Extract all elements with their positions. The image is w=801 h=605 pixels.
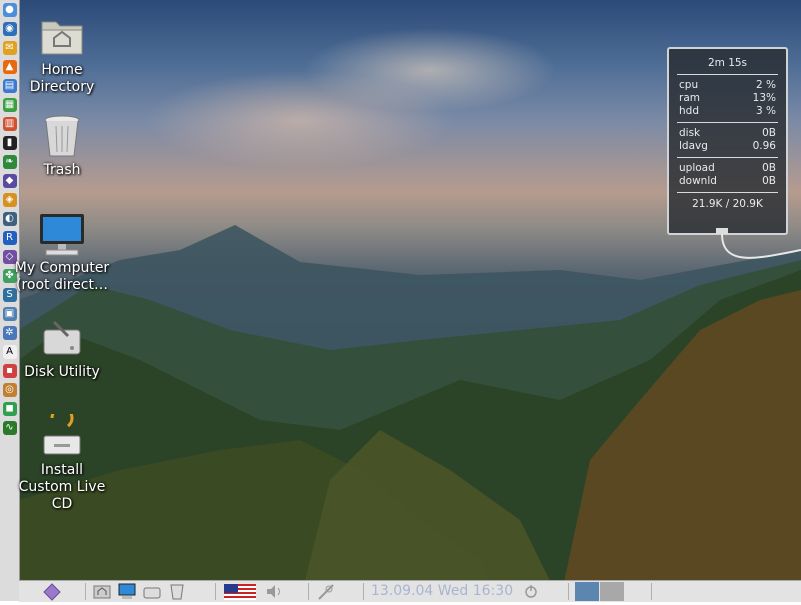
ram-value: 13% bbox=[752, 92, 776, 104]
panel-separator bbox=[651, 583, 652, 600]
computer-icon[interactable] bbox=[116, 581, 138, 602]
home-icon[interactable] bbox=[91, 581, 113, 602]
panel-separator bbox=[308, 583, 309, 600]
ram-label: ram bbox=[679, 92, 700, 104]
ldavg-value: 0.96 bbox=[752, 140, 776, 152]
cpu-label: cpu bbox=[679, 79, 699, 91]
desktop-icon-trash[interactable]: Trash bbox=[14, 114, 110, 179]
disk-utility-icon bbox=[38, 316, 86, 362]
desktop-icon-home[interactable]: Home Directory bbox=[14, 14, 110, 96]
workspace-1[interactable] bbox=[575, 582, 599, 601]
install-cd-icon bbox=[38, 406, 86, 460]
disk-label: disk bbox=[679, 127, 701, 139]
ldavg-label: ldavg bbox=[679, 140, 708, 152]
desktop-icon-label: Install Custom Live CD bbox=[18, 462, 106, 512]
package-icon[interactable]: ◈ bbox=[2, 193, 17, 207]
hdd-value: 3 % bbox=[756, 105, 776, 117]
desktop-icon-disk-utility[interactable]: Disk Utility bbox=[14, 316, 110, 381]
uptime: 2m 15s bbox=[707, 57, 748, 69]
disk-value: 0B bbox=[762, 127, 776, 139]
workspace-2[interactable] bbox=[600, 582, 624, 601]
network-icon[interactable] bbox=[315, 581, 337, 602]
us-flag-icon[interactable] bbox=[223, 581, 259, 602]
volume-icon[interactable] bbox=[263, 581, 285, 602]
spreadsheet-icon[interactable]: ▦ bbox=[2, 98, 17, 112]
upload-value: 0B bbox=[762, 162, 776, 174]
folder-home-icon bbox=[38, 14, 86, 60]
menu-icon[interactable] bbox=[41, 581, 63, 602]
widget-cable bbox=[716, 228, 801, 259]
divider bbox=[677, 157, 778, 158]
computer-icon bbox=[38, 212, 86, 258]
divider bbox=[677, 192, 778, 193]
desktop-icon-my-computer[interactable]: My Computer (root direct… bbox=[14, 212, 110, 294]
clock[interactable]: 13.09.04 Wed 16:30 bbox=[371, 581, 521, 602]
hdd-label: hdd bbox=[679, 105, 699, 117]
disk-icon[interactable] bbox=[141, 581, 163, 602]
system-monitor-widget: 2m 15s cpu 2 % ram 13% hdd 3 % disk 0B ldavg… bbox=[667, 47, 788, 235]
downld-value: 0B bbox=[762, 175, 776, 187]
panel-separator bbox=[215, 583, 216, 600]
desktop-icon-label: My Computer (root direct… bbox=[14, 260, 110, 293]
panel-separator bbox=[363, 583, 364, 600]
desktop-icon-label: Trash bbox=[43, 162, 81, 178]
trash-icon bbox=[38, 114, 86, 160]
desktop-icon-install-live-cd[interactable]: Install Custom Live CD bbox=[14, 406, 110, 513]
desktop-icon-label: Disk Utility bbox=[24, 364, 100, 380]
traffic-total: 21.9K / 20.9K bbox=[692, 198, 763, 210]
panel-separator bbox=[568, 583, 569, 600]
panel-separator bbox=[85, 583, 86, 600]
installer-icon[interactable]: ◎ bbox=[2, 383, 17, 397]
upload-label: upload bbox=[679, 162, 715, 174]
downld-label: downld bbox=[679, 175, 717, 187]
power-icon[interactable] bbox=[521, 581, 541, 602]
trash-icon[interactable] bbox=[166, 581, 188, 602]
desktop-icon-label: Home Directory bbox=[29, 62, 95, 95]
divider bbox=[677, 74, 778, 75]
bottom-panel: 13.09.04 Wed 16:30 bbox=[19, 580, 801, 602]
cpu-value: 2 % bbox=[756, 79, 776, 91]
divider bbox=[677, 122, 778, 123]
